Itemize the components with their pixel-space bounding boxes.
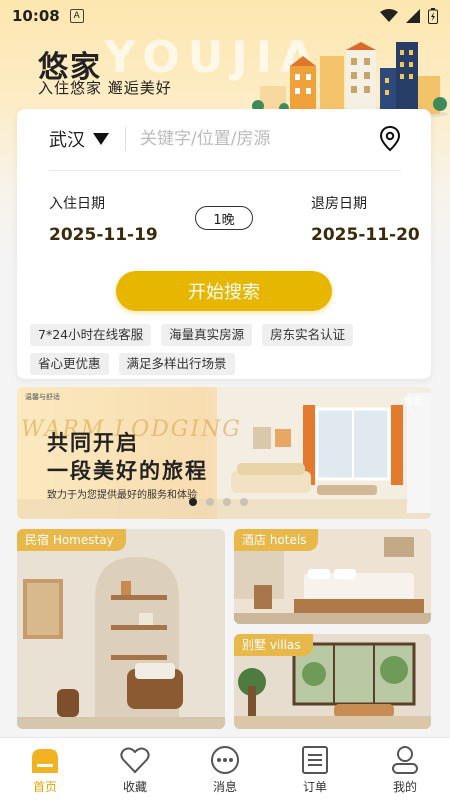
- notification-icon: A: [69, 9, 84, 23]
- location-row: 武汉: [49, 123, 401, 155]
- heart-icon: [120, 747, 150, 774]
- carousel-dot[interactable]: [223, 498, 231, 506]
- search-card: 武汉 入住日期 2025-11-19 1晚 退房日期 2025-11-20 开始…: [17, 109, 431, 379]
- villas-card[interactable]: 别墅 villas: [234, 634, 431, 729]
- city-name: 武汉: [49, 130, 85, 151]
- city-illustration: [252, 42, 448, 118]
- tab-orders-label: 订单: [302, 780, 327, 794]
- promo-banner[interactable]: 温馨与舒适 WARM LODGING 共同开启 一段美好的旅程 致力于为您提供最…: [17, 387, 431, 519]
- homestay-image: [17, 529, 225, 729]
- banner-small-text: 温馨与舒适: [25, 393, 60, 401]
- divider: [125, 127, 126, 151]
- status-time: 10:08: [12, 7, 60, 25]
- bottom-tab-bar: 首页 收藏 消息 订单 我的: [0, 737, 450, 801]
- carousel-indicator: [189, 498, 248, 506]
- homestay-card[interactable]: 民宿 Homestay: [17, 529, 225, 729]
- checkout-label: 退房日期: [311, 196, 367, 212]
- city-selector[interactable]: 武汉: [49, 126, 109, 152]
- message-icon: [211, 746, 239, 774]
- carousel-dot[interactable]: [240, 498, 248, 506]
- tab-profile[interactable]: 我的: [360, 738, 450, 801]
- start-search-button[interactable]: 开始搜索: [116, 271, 332, 311]
- profile-icon: [392, 746, 418, 774]
- tab-home-label: 首页: [32, 780, 57, 794]
- tab-favorites-label: 收藏: [122, 780, 147, 794]
- feature-tag: 海量真实房源: [161, 324, 253, 346]
- tab-messages-label: 消息: [212, 780, 237, 794]
- banner-subtitle: 致力于为您提供最好的服务和体验: [47, 490, 197, 501]
- homestay-label: 民宿 Homestay: [17, 529, 126, 551]
- location-pin-icon[interactable]: [379, 126, 401, 152]
- home-icon: [32, 749, 58, 773]
- order-icon: [302, 746, 328, 774]
- tab-profile-label: 我的: [392, 780, 417, 794]
- signal-icon: [406, 9, 420, 23]
- tab-orders[interactable]: 订单: [270, 738, 360, 801]
- hotels-label: 酒店 hotels: [234, 529, 319, 551]
- banner-title-line1: 共同开启: [47, 431, 139, 455]
- feature-tag: 省心更优惠: [30, 353, 109, 375]
- brand-slogan: 入住悠家 邂逅美好: [38, 79, 172, 97]
- wifi-icon: [380, 9, 398, 22]
- divider: [49, 170, 401, 171]
- tab-messages[interactable]: 消息: [180, 738, 270, 801]
- carousel-dot[interactable]: [189, 498, 197, 506]
- feature-tags: 7*24小时在线客服 海量真实房源 房东实名认证 省心更优惠 满足多样出行场景: [30, 324, 410, 375]
- tab-favorites[interactable]: 收藏: [90, 738, 180, 801]
- banner-title-line2: 一段美好的旅程: [47, 459, 208, 483]
- checkin-label: 入住日期: [49, 196, 105, 212]
- hotels-card[interactable]: 酒店 hotels: [234, 529, 431, 624]
- villas-label: 别墅 villas: [234, 634, 313, 656]
- feature-tag: 房东实名认证: [262, 324, 354, 346]
- checkout-date[interactable]: 2025-11-20: [311, 225, 420, 245]
- checkin-date[interactable]: 2025-11-19: [49, 225, 158, 245]
- caret-down-icon: [93, 133, 109, 145]
- tab-home[interactable]: 首页: [0, 738, 90, 801]
- keyword-search-input[interactable]: [140, 129, 379, 149]
- feature-tag: 7*24小时在线客服: [30, 324, 152, 346]
- battery-icon: [428, 8, 438, 24]
- carousel-dot[interactable]: [206, 498, 214, 506]
- banner-logo: 悠家: [403, 397, 423, 408]
- status-bar: 10:08 A: [0, 0, 450, 32]
- feature-tag: 满足多样出行场景: [118, 353, 235, 375]
- nights-badge: 1晚: [195, 206, 253, 230]
